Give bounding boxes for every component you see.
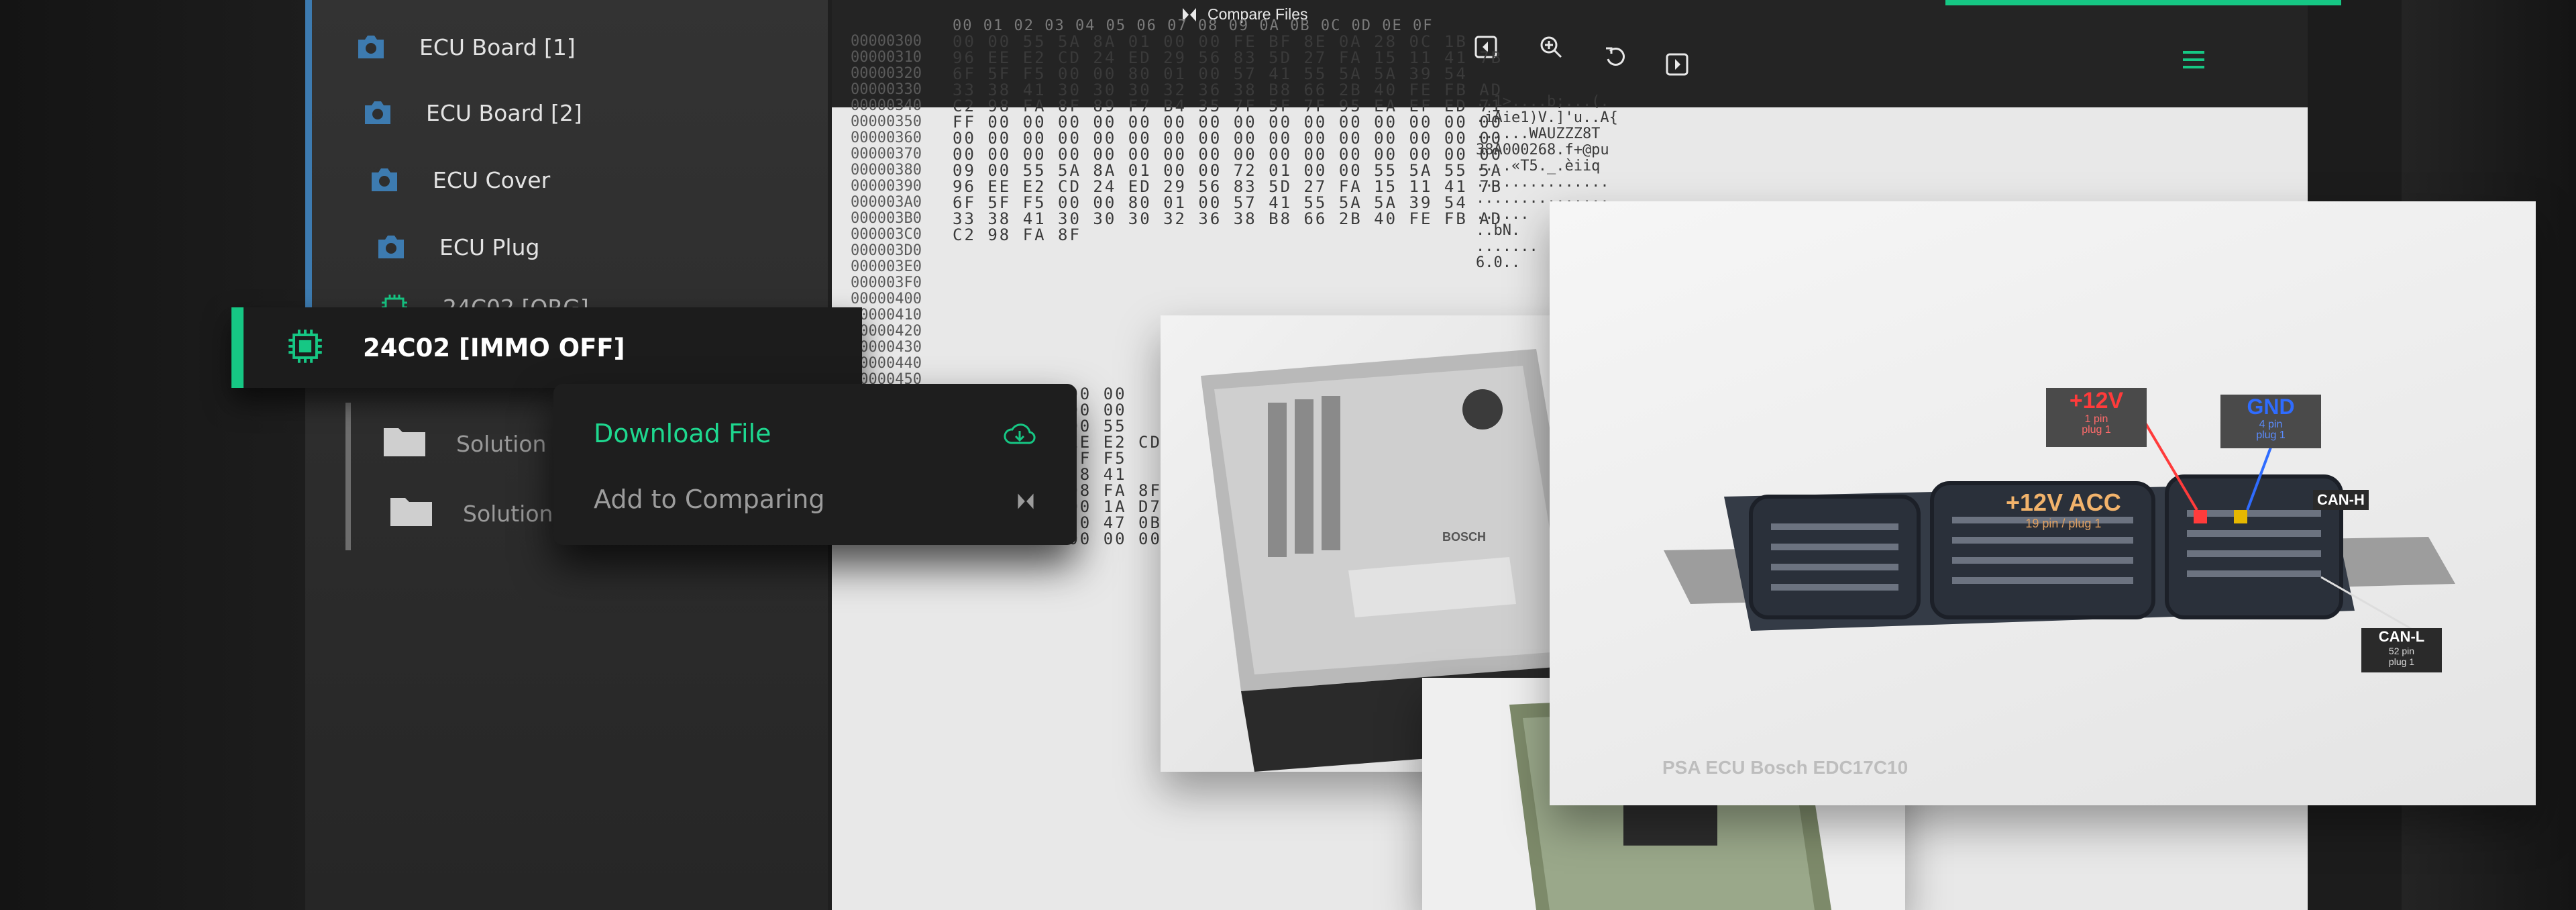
sidebar-item-label: ECU Board [1] xyxy=(419,34,576,60)
folder-label: Solution 1 xyxy=(456,430,568,457)
undo-button[interactable] xyxy=(1602,43,1629,70)
hex-bytes[interactable]: 00 00 55 5A 8A 01 00 00 FE BF 8E 0A 28 0… xyxy=(953,34,1503,243)
zoom-in-icon xyxy=(1540,36,1562,58)
folder-icon xyxy=(382,424,427,463)
camera-icon xyxy=(352,32,390,62)
sidebar-accent-line xyxy=(305,0,312,322)
download-file-menu-item[interactable]: Download File xyxy=(594,419,771,448)
toolbar-accent-line xyxy=(1945,0,2341,5)
sidebar-folder-solution-2[interactable]: Solution 2 xyxy=(389,494,574,533)
menu-button[interactable] xyxy=(2180,48,2207,74)
sidebar-item-label: ECU Board [2] xyxy=(426,99,582,126)
sidebar-item-label: ECU Cover xyxy=(433,166,551,193)
sidebar-folder-solution-1[interactable]: Solution 1 xyxy=(382,424,568,463)
cloud-download-icon[interactable] xyxy=(1003,421,1036,452)
tag-12v: +12V 1 pin plug 1 xyxy=(2046,388,2147,447)
compare-icon[interactable] xyxy=(1015,491,1036,515)
bosch-label: BOSCH xyxy=(1442,530,1487,544)
sidebar-item-24c02-immo-off[interactable]: 24C02 [IMMO OFF] xyxy=(231,307,862,388)
folder-icon xyxy=(389,494,433,533)
tag-can-l-sub: 52 pin plug 1 xyxy=(2388,646,2415,667)
tag-can-l: CAN-L 52 pin plug 1 xyxy=(2361,628,2442,672)
hamburger-menu-icon xyxy=(2183,51,2204,68)
tag-12v-sub: 1 pin plug 1 xyxy=(2082,413,2111,436)
tag-12v-acc-sub: 19 pin / plug 1 xyxy=(2025,517,2102,530)
sidebar-item-ecu-board-2[interactable]: ECU Board [2] xyxy=(359,98,582,128)
tag-gnd-sub: 4 pin plug 1 xyxy=(2256,419,2286,441)
selected-indicator xyxy=(231,307,244,388)
add-to-comparing-menu-item[interactable]: Add to Comparing xyxy=(594,485,824,514)
sidebar-item-ecu-board-1[interactable]: ECU Board [1] xyxy=(352,32,576,62)
zoom-in-button[interactable] xyxy=(1538,34,1564,60)
photo-caption: PSA ECU Bosch EDC17C10 xyxy=(1662,757,1909,778)
camera-icon xyxy=(366,165,403,195)
camera-icon xyxy=(359,98,396,128)
tag-gnd: GND 4 pin plug 1 xyxy=(2220,395,2321,448)
chip-icon xyxy=(285,326,325,370)
forward-icon xyxy=(1666,53,1688,76)
tag-12v-acc: +12V ACC 19 pin / plug 1 xyxy=(2006,489,2121,531)
selected-item-label: 24C02 [IMMO OFF] xyxy=(363,333,625,362)
tag-12v-title: +12V xyxy=(2069,388,2124,413)
forward-button[interactable] xyxy=(1664,51,1690,78)
tag-can-l-title: CAN-L xyxy=(2378,628,2425,645)
sidebar-secondary-line xyxy=(345,403,351,550)
context-menu: Download File Add to Comparing xyxy=(553,384,1077,545)
tag-can-h: CAN-H xyxy=(2313,490,2369,510)
tag-gnd-title: GND xyxy=(2247,395,2295,419)
sidebar-item-ecu-plug[interactable]: ECU Plug xyxy=(372,232,539,262)
sidebar-item-label: ECU Plug xyxy=(439,234,540,260)
tag-12v-acc-title: +12V ACC xyxy=(2006,489,2121,516)
camera-icon xyxy=(372,232,410,262)
undo-icon xyxy=(1606,47,1625,66)
sidebar-item-ecu-cover[interactable]: ECU Cover xyxy=(366,165,550,195)
